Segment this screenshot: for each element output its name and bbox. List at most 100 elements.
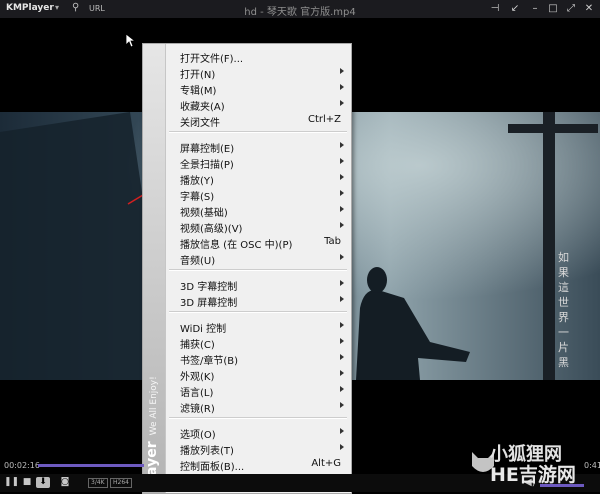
pause-icon[interactable]: ❚❚ <box>4 477 19 488</box>
menu-item[interactable]: WiDi 控制 <box>166 318 350 335</box>
minimize-icon[interactable]: – <box>528 2 542 16</box>
menu-item-label: 语言(L) <box>180 388 214 399</box>
menu-separator <box>169 417 347 419</box>
submenu-arrow-icon <box>340 386 344 392</box>
submenu-arrow-icon <box>340 444 344 450</box>
lyric-char: 一 <box>558 326 569 339</box>
submenu-arrow-icon <box>340 174 344 180</box>
submenu-arrow-icon <box>340 402 344 408</box>
menu-item-label: 字幕(S) <box>180 192 215 203</box>
stop-icon[interactable]: ■ <box>20 477 34 488</box>
submenu-arrow-icon <box>340 190 344 196</box>
menu-item-label: 音频(U) <box>180 256 216 267</box>
pin-window-icon[interactable]: ⊣ <box>488 2 502 16</box>
mouse-cursor-icon <box>126 34 136 48</box>
menu-separator <box>169 269 347 271</box>
menu-item[interactable]: 全景扫描(P) <box>166 154 350 171</box>
lyric-char: 世 <box>558 296 569 309</box>
menu-item-label: 书签/章节(B) <box>180 356 239 367</box>
menu-item-shortcut: Tab <box>324 236 341 247</box>
menu-item-label: 收藏夹(A) <box>180 102 225 113</box>
seek-bar[interactable] <box>38 464 144 467</box>
menu-item[interactable]: 外观(K) <box>166 366 350 383</box>
submenu-arrow-icon <box>340 68 344 74</box>
menu-item[interactable]: 播放信息 (在 OSC 中)(P) Tab <box>166 234 350 251</box>
menu-item[interactable]: 书签/章节(B) <box>166 350 350 367</box>
menu-item-label: 捕获(C) <box>180 340 215 351</box>
menu-item[interactable]: 收藏夹(A) <box>166 96 350 113</box>
submenu-arrow-icon <box>340 222 344 228</box>
lyric-char: 黑 <box>558 356 569 369</box>
lyric-subtitle: 如 果 這 世 界 一 片 黑 <box>558 250 572 370</box>
menu-item[interactable]: 打开文件(F)... <box>166 48 350 65</box>
menu-item[interactable]: 字幕(S) <box>166 186 350 203</box>
watermark-sub: HE吉游网 <box>490 464 576 486</box>
menu-item[interactable]: 播放列表(T) <box>166 440 350 457</box>
menu-item[interactable]: 专辑(M) <box>166 80 350 97</box>
fullscreen-icon[interactable]: ⤢ <box>564 2 578 16</box>
submenu-arrow-icon <box>340 322 344 328</box>
menu-item-label: 打开文件(F)... <box>180 54 244 65</box>
menu-item[interactable]: 关闭文件 Ctrl+Z <box>166 112 350 129</box>
submenu-arrow-icon <box>340 84 344 90</box>
format-badge[interactable]: 3/4K <box>88 478 108 488</box>
menu-item-label: 播放列表(T) <box>180 446 234 457</box>
menu-item-label: 视频(基础) <box>180 208 228 219</box>
submenu-arrow-icon <box>340 428 344 434</box>
submenu-arrow-icon <box>340 280 344 286</box>
menu-item-label: 专辑(M) <box>180 86 217 97</box>
menu-item[interactable]: 3D 字幕控制 <box>166 276 350 293</box>
menu-item-label: 滤镜(R) <box>180 404 215 415</box>
current-time: 00:02:16 <box>4 461 40 470</box>
menu-item[interactable]: 滤镜(R) <box>166 398 350 415</box>
menu-item-label: 屏幕控制(E) <box>180 144 235 155</box>
context-menu: PlayerWe All Enjoy! 打开文件(F)... 打开(N) 专辑(M)… <box>142 43 352 494</box>
menu-item-label: 打开(N) <box>180 70 216 81</box>
menu-item-label: 外观(K) <box>180 372 215 383</box>
submenu-arrow-icon <box>340 338 344 344</box>
download-icon[interactable]: ⬇ <box>36 477 50 488</box>
submenu-arrow-icon <box>340 100 344 106</box>
menu-item-label: 播放信息 (在 OSC 中)(P) <box>180 240 293 251</box>
menu-item[interactable]: 3D 屏幕控制 <box>166 292 350 309</box>
codec-badge[interactable]: H264 <box>110 478 132 488</box>
submenu-arrow-icon <box>340 142 344 148</box>
submenu-arrow-icon <box>340 296 344 302</box>
submenu-arrow-icon <box>340 254 344 260</box>
menu-item-label: 选项(O) <box>180 430 216 441</box>
lyric-char: 片 <box>558 341 569 354</box>
menu-item[interactable]: 播放(Y) <box>166 170 350 187</box>
lyric-char: 界 <box>558 311 569 324</box>
menu-item[interactable]: 捕获(C) <box>166 334 350 351</box>
minimize-mode-icon[interactable]: ↙ <box>508 2 522 16</box>
vr-icon[interactable]: ◙ <box>58 477 72 488</box>
title-bar: KMPlayer ▾ ⚲ URL hd - 琴天歌 官方版.mp4 ⊣ ↙ – … <box>0 0 600 18</box>
maximize-icon[interactable]: □ <box>546 2 560 16</box>
menu-item[interactable]: 语言(L) <box>166 382 350 399</box>
lyric-char: 這 <box>558 281 569 294</box>
menu-item-label: 关闭文件 <box>180 118 220 129</box>
submenu-arrow-icon <box>340 158 344 164</box>
menu-item[interactable]: 选项(O) <box>166 424 350 441</box>
menu-item-label: 视频(高级)(V) <box>180 224 243 235</box>
menu-item-label: 全景扫描(P) <box>180 160 234 171</box>
lyric-char: 如 <box>558 251 569 264</box>
menu-item[interactable]: 打开(N) <box>166 64 350 81</box>
menu-item-label: 播放(Y) <box>180 176 214 187</box>
menu-item-label: 3D 屏幕控制 <box>180 298 238 309</box>
menu-item-label: 3D 字幕控制 <box>180 282 238 293</box>
menu-item[interactable]: 音频(U) <box>166 250 350 267</box>
menu-separator <box>169 131 347 133</box>
menu-item-label: WiDi 控制 <box>180 324 227 335</box>
menu-item[interactable]: 视频(高级)(V) <box>166 218 350 235</box>
menu-side-banner: PlayerWe All Enjoy! <box>143 44 166 493</box>
menu-item-shortcut: Ctrl+Z <box>307 114 341 125</box>
submenu-arrow-icon <box>340 370 344 376</box>
lyric-char: 果 <box>558 266 569 279</box>
submenu-arrow-icon <box>340 354 344 360</box>
menu-separator <box>169 311 347 313</box>
menu-item[interactable]: 视频(基础) <box>166 202 350 219</box>
watermark: 小狐狸网 HE吉游网 <box>470 440 600 492</box>
close-icon[interactable]: ✕ <box>582 2 596 16</box>
menu-item[interactable]: 屏幕控制(E) <box>166 138 350 155</box>
